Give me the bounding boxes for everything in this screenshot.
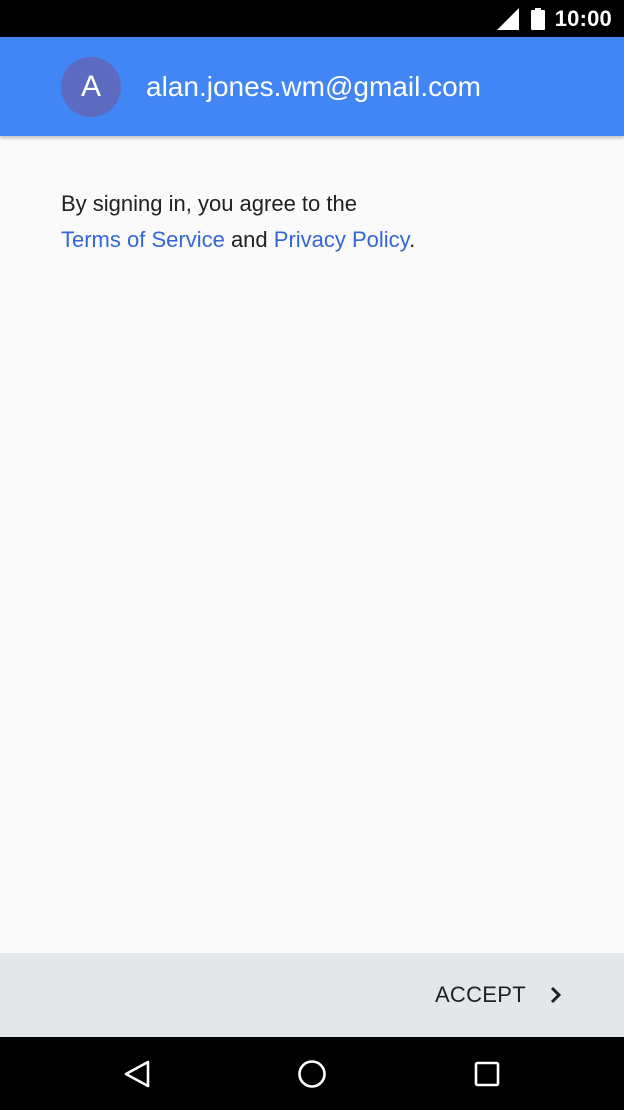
battery-icon [530, 7, 545, 30]
status-bar: 10:00 [0, 0, 624, 37]
agreement-line-2: Terms of Service and Privacy Policy. [61, 222, 581, 258]
screen: 10:00 A alan.jones.wm@gmail.com By signi… [0, 0, 624, 1110]
agreement-line-1: By signing in, you agree to the [61, 191, 357, 216]
accept-label: ACCEPT [434, 982, 526, 1007]
agreement-text: By signing in, you agree to the Terms of… [61, 186, 581, 258]
home-icon[interactable] [296, 1058, 328, 1090]
action-bar: ACCEPT [0, 953, 624, 1037]
account-header: A alan.jones.wm@gmail.com [0, 37, 624, 136]
status-time: 10:00 [554, 5, 612, 31]
navigation-bar [0, 1037, 624, 1110]
accept-button[interactable]: ACCEPT [435, 982, 564, 1008]
chevron-right-icon [550, 986, 562, 1004]
period-text: . [409, 227, 416, 252]
recents-icon[interactable] [471, 1058, 503, 1090]
account-email: alan.jones.wm@gmail.com [146, 70, 481, 102]
avatar: A [61, 56, 121, 117]
privacy-policy-link[interactable]: Privacy Policy [274, 227, 409, 252]
avatar-letter: A [80, 69, 101, 103]
terms-of-service-link[interactable]: Terms of Service [61, 227, 225, 252]
and-text: and [224, 227, 274, 252]
signal-icon [496, 7, 519, 30]
back-icon[interactable] [121, 1058, 153, 1090]
